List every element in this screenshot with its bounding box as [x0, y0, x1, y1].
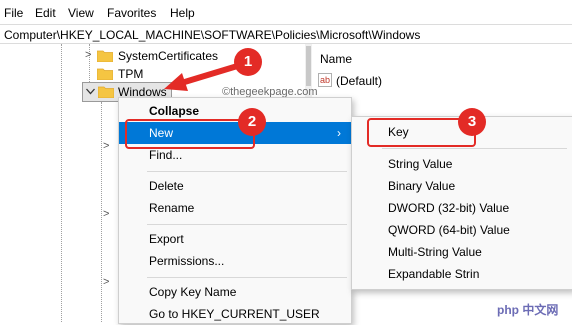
- step-badge-1: 1: [234, 48, 262, 76]
- submenu-item-binary-value[interactable]: Binary Value: [352, 175, 572, 197]
- chevron-right-icon[interactable]: >: [103, 276, 109, 288]
- scrollbar-thumb[interactable]: [306, 46, 311, 86]
- menu-item-rename[interactable]: Rename: [119, 197, 351, 219]
- php-watermark-text: php 中文网: [497, 303, 559, 317]
- chevron-right-icon[interactable]: >: [103, 140, 109, 152]
- step-badge-3: 3: [458, 108, 486, 136]
- chevron-right-icon[interactable]: >: [85, 49, 91, 61]
- menu-item-permissions[interactable]: Permissions...: [119, 250, 351, 272]
- tree-guide-line: [101, 102, 102, 322]
- value-row[interactable]: ab (Default): [318, 72, 478, 90]
- menu-separator: [147, 277, 347, 278]
- menu-help[interactable]: Help: [170, 6, 195, 20]
- address-bar[interactable]: Computer\HKEY_LOCAL_MACHINE\SOFTWARE\Pol…: [0, 24, 572, 44]
- menu-item-copy-key-name[interactable]: Copy Key Name: [119, 281, 351, 303]
- address-path[interactable]: Computer\HKEY_LOCAL_MACHINE\SOFTWARE\Pol…: [4, 28, 420, 42]
- highlight-box-new: [125, 119, 255, 149]
- value-name: (Default): [336, 74, 383, 88]
- submenu-item-multi-string-value[interactable]: Multi-String Value: [352, 241, 572, 263]
- menu-separator: [147, 171, 347, 172]
- tree-guide-line: [61, 44, 62, 322]
- step-badge-2: 2: [238, 108, 266, 136]
- chevron-right-icon[interactable]: >: [103, 208, 109, 220]
- column-header-name[interactable]: Name: [320, 52, 352, 66]
- menu-bar: File Edit View Favorites Help: [0, 0, 572, 24]
- menu-file[interactable]: File: [4, 6, 23, 20]
- menu-edit[interactable]: Edit: [35, 6, 56, 20]
- menu-separator: [382, 148, 567, 149]
- tree-item-label: TPM: [118, 67, 144, 81]
- folder-icon: [97, 68, 113, 80]
- submenu-item-qword-value[interactable]: QWORD (64-bit) Value: [352, 219, 572, 241]
- menu-item-delete[interactable]: Delete: [119, 175, 351, 197]
- chevron-right-icon: ›: [337, 126, 341, 140]
- folder-icon: [97, 50, 113, 62]
- string-value-icon: ab: [318, 73, 332, 87]
- submenu-item-string-value[interactable]: String Value: [352, 153, 572, 175]
- submenu-item-expandable-string-value[interactable]: Expandable Strin: [352, 263, 572, 285]
- menu-separator: [147, 224, 347, 225]
- chevron-down-icon[interactable]: [86, 88, 95, 95]
- menu-item-export[interactable]: Export: [119, 228, 351, 250]
- menu-view[interactable]: View: [68, 6, 94, 20]
- menu-favorites[interactable]: Favorites: [107, 6, 156, 20]
- php-watermark: php 中文网: [494, 300, 568, 318]
- folder-open-icon: [98, 86, 114, 98]
- submenu-item-dword-value[interactable]: DWORD (32-bit) Value: [352, 197, 572, 219]
